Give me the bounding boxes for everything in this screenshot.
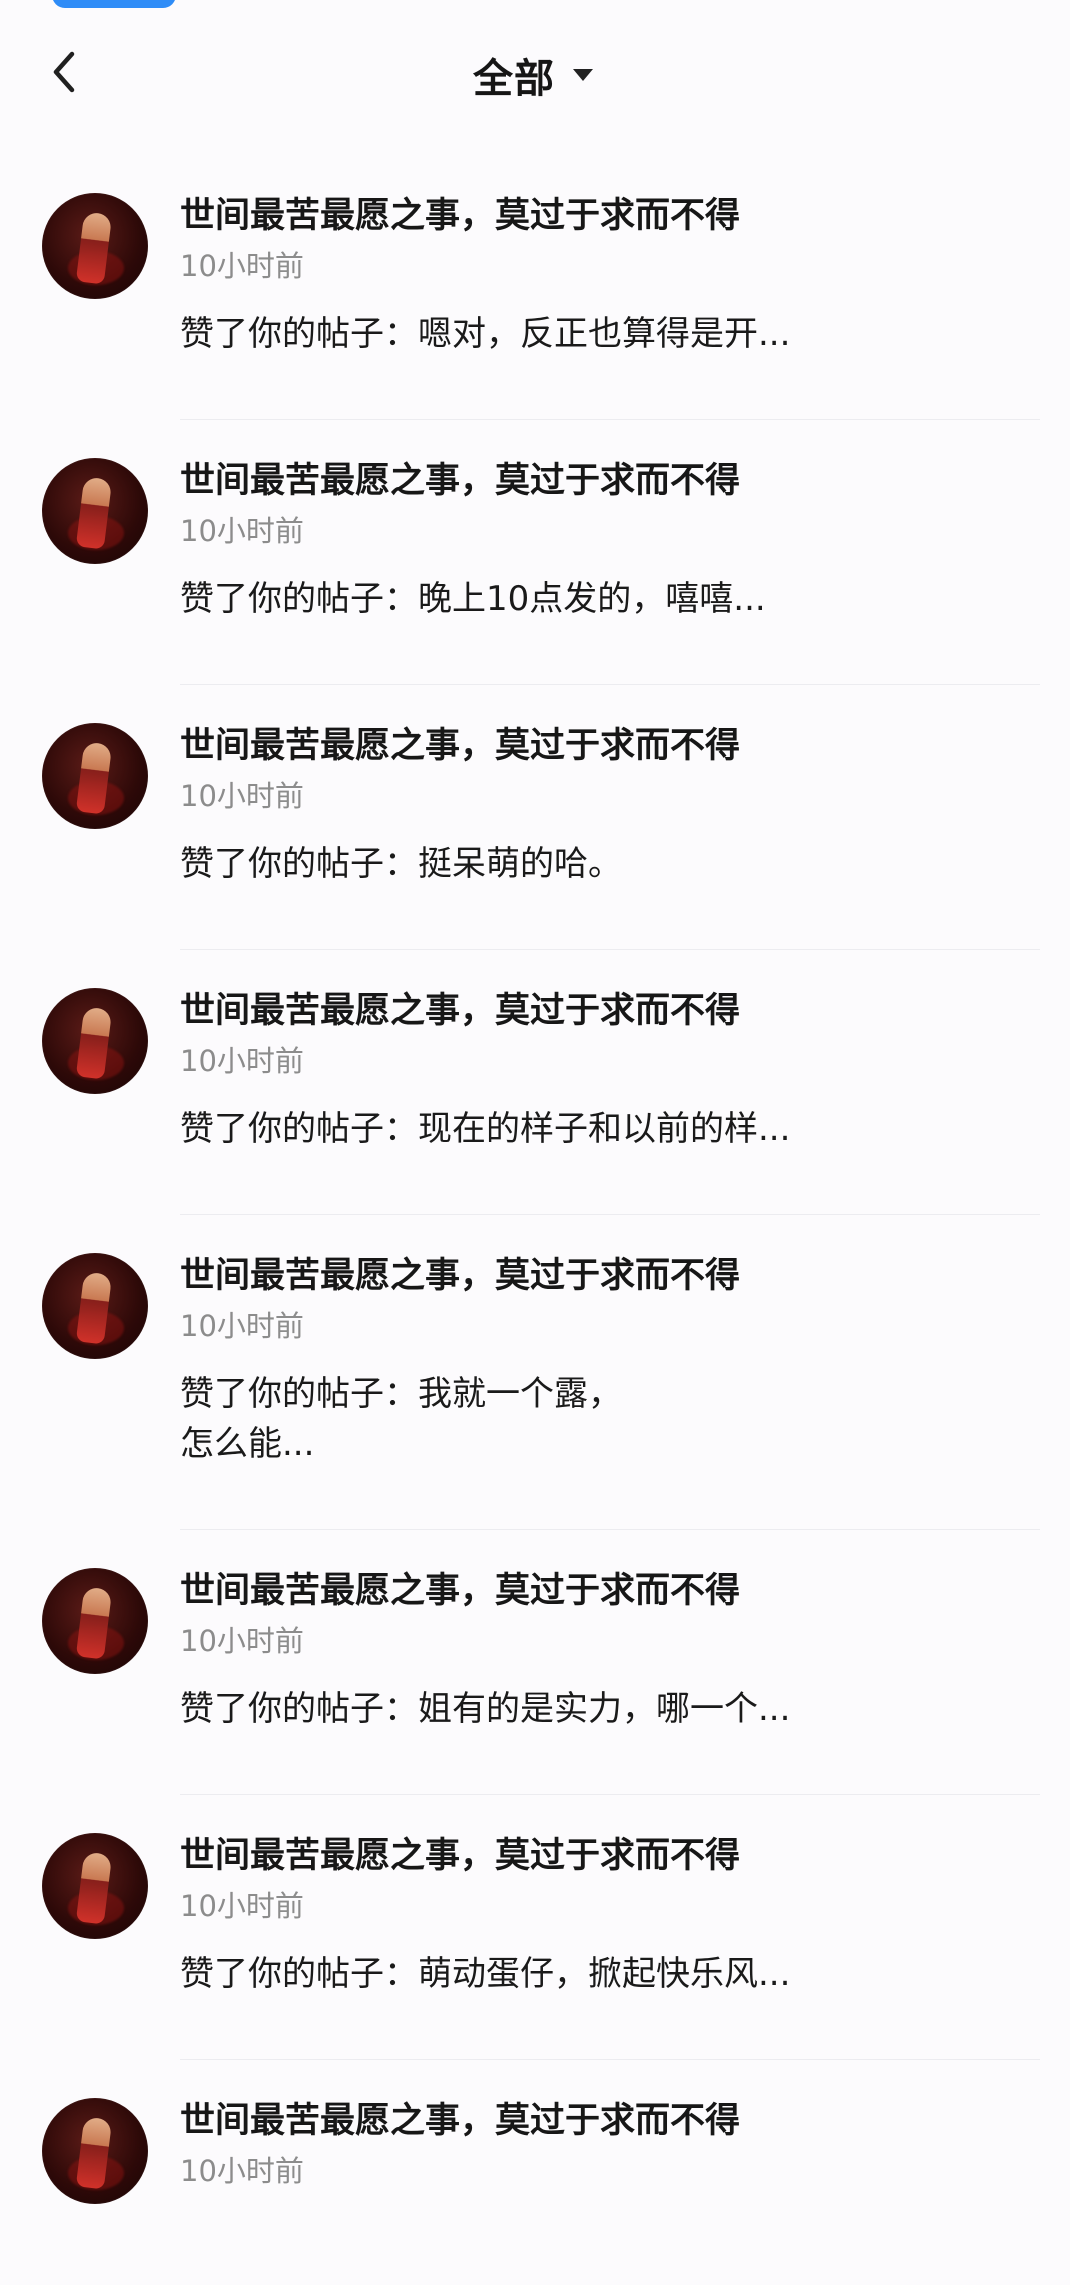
notification-item[interactable]: 世间最苦最愿之事，莫过于求而不得 10小时前: [0, 2060, 1070, 2285]
user-name[interactable]: 世间最苦最愿之事，莫过于求而不得: [180, 723, 1040, 769]
user-name[interactable]: 世间最苦最愿之事，莫过于求而不得: [180, 1833, 1040, 1879]
timestamp: 10小时前: [180, 2154, 304, 2188]
notification-item[interactable]: 世间最苦最愿之事，莫过于求而不得 10小时前 赞了你的帖子：姐有的是实力，哪一个…: [0, 1530, 1070, 1795]
user-name[interactable]: 世间最苦最愿之事，莫过于求而不得: [180, 458, 1040, 504]
notification-item[interactable]: 世间最苦最愿之事，莫过于求而不得 10小时前 赞了你的帖子：挺呆萌的哈。: [0, 685, 1070, 950]
notification-content: 世间最苦最愿之事，莫过于求而不得 10小时前 赞了你的帖子：现在的样子和以前的样…: [180, 988, 1040, 1154]
avatar[interactable]: [42, 1833, 148, 1939]
notification-content: 世间最苦最愿之事，莫过于求而不得 10小时前 赞了你的帖子：挺呆萌的哈。: [180, 723, 1040, 889]
timestamp: 10小时前: [180, 1624, 304, 1658]
notification-message: 赞了你的帖子：现在的样子和以前的样...: [180, 1109, 791, 1149]
avatar[interactable]: [42, 1568, 148, 1674]
timestamp: 10小时前: [180, 1889, 304, 1923]
timestamp: 10小时前: [180, 249, 304, 283]
notification-message: 赞了你的帖子：我就一个露， 怎么能...: [180, 1374, 622, 1464]
top-status-pill: [52, 0, 176, 8]
notification-message: 赞了你的帖子：萌动蛋仔，掀起快乐风...: [180, 1954, 791, 1994]
filter-dropdown[interactable]: 全部: [0, 46, 1070, 104]
avatar[interactable]: [42, 988, 148, 1094]
notification-list: 世间最苦最愿之事，莫过于求而不得 10小时前 赞了你的帖子：嗯对，反正也算得是开…: [0, 155, 1070, 2285]
timestamp: 10小时前: [180, 1044, 304, 1078]
avatar[interactable]: [42, 193, 148, 299]
notification-message: 赞了你的帖子：嗯对，反正也算得是开...: [180, 314, 791, 354]
user-name[interactable]: 世间最苦最愿之事，莫过于求而不得: [180, 1568, 1040, 1614]
notification-content: 世间最苦最愿之事，莫过于求而不得 10小时前 赞了你的帖子：嗯对，反正也算得是开…: [180, 193, 1040, 359]
notification-message: 赞了你的帖子：晚上10点发的，嘻嘻...: [180, 579, 766, 619]
avatar[interactable]: [42, 2098, 148, 2204]
user-name[interactable]: 世间最苦最愿之事，莫过于求而不得: [180, 1253, 1040, 1299]
avatar[interactable]: [42, 723, 148, 829]
user-name[interactable]: 世间最苦最愿之事，莫过于求而不得: [180, 988, 1040, 1034]
triangle-down-icon: [569, 61, 597, 89]
avatar[interactable]: [42, 1253, 148, 1359]
notification-content: 世间最苦最愿之事，莫过于求而不得 10小时前: [180, 2098, 1040, 2190]
notification-item[interactable]: 世间最苦最愿之事，莫过于求而不得 10小时前 赞了你的帖子：现在的样子和以前的样…: [0, 950, 1070, 1215]
notification-content: 世间最苦最愿之事，莫过于求而不得 10小时前 赞了你的帖子：晚上10点发的，嘻嘻…: [180, 458, 1040, 624]
notification-message: 赞了你的帖子：挺呆萌的哈。: [180, 844, 622, 884]
user-name[interactable]: 世间最苦最愿之事，莫过于求而不得: [180, 193, 1040, 239]
avatar[interactable]: [42, 458, 148, 564]
notification-message: 赞了你的帖子：姐有的是实力，哪一个...: [180, 1689, 791, 1729]
notification-content: 世间最苦最愿之事，莫过于求而不得 10小时前 赞了你的帖子：萌动蛋仔，掀起快乐风…: [180, 1833, 1040, 1999]
timestamp: 10小时前: [180, 514, 304, 548]
notification-content: 世间最苦最愿之事，莫过于求而不得 10小时前 赞了你的帖子：姐有的是实力，哪一个…: [180, 1568, 1040, 1734]
notification-item[interactable]: 世间最苦最愿之事，莫过于求而不得 10小时前 赞了你的帖子：晚上10点发的，嘻嘻…: [0, 420, 1070, 685]
timestamp: 10小时前: [180, 779, 304, 813]
notification-content: 世间最苦最愿之事，莫过于求而不得 10小时前 赞了你的帖子：我就一个露， 怎么能…: [180, 1253, 1040, 1469]
page-title: 全部: [473, 56, 555, 102]
notification-item[interactable]: 世间最苦最愿之事，莫过于求而不得 10小时前 赞了你的帖子：我就一个露， 怎么能…: [0, 1215, 1070, 1530]
notification-item[interactable]: 世间最苦最愿之事，莫过于求而不得 10小时前 赞了你的帖子：萌动蛋仔，掀起快乐风…: [0, 1795, 1070, 2060]
user-name[interactable]: 世间最苦最愿之事，莫过于求而不得: [180, 2098, 1040, 2144]
timestamp: 10小时前: [180, 1309, 304, 1343]
page-header: 全部: [0, 28, 1070, 118]
notification-item[interactable]: 世间最苦最愿之事，莫过于求而不得 10小时前 赞了你的帖子：嗯对，反正也算得是开…: [0, 155, 1070, 420]
